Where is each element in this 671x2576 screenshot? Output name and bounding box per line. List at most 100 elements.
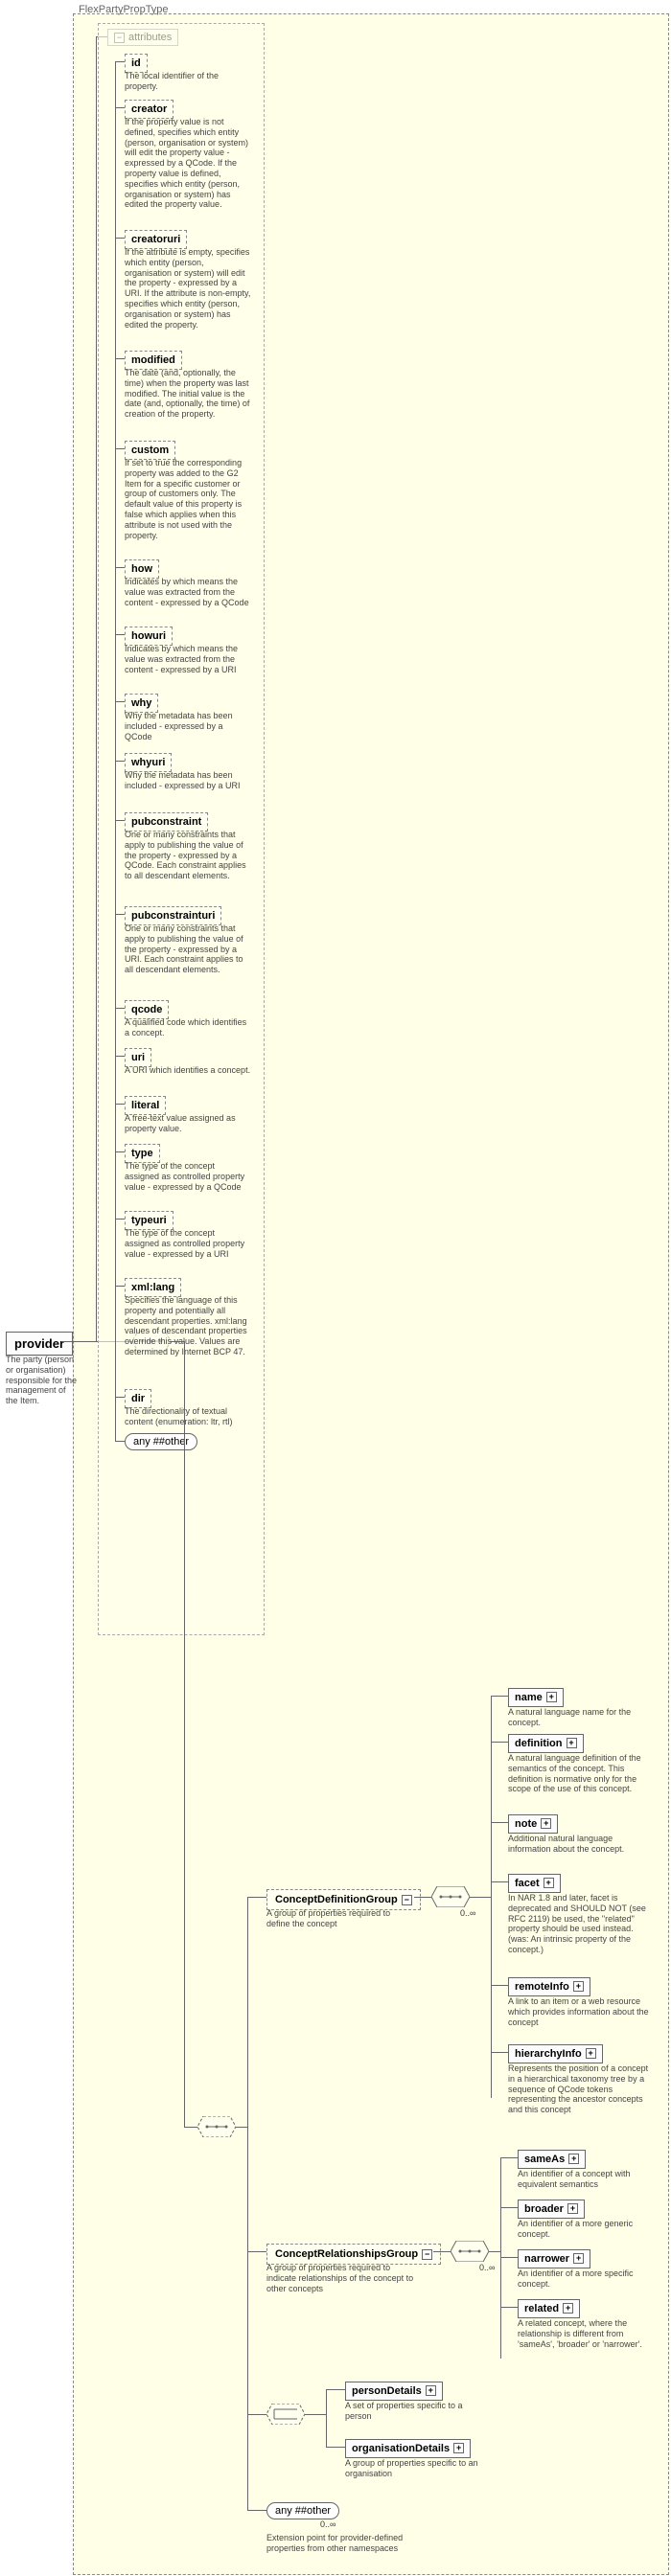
- connector: [115, 358, 125, 359]
- connector: [247, 1897, 266, 1898]
- organisationdetails-desc: A group of properties specific to an org…: [345, 2458, 489, 2479]
- sameas-desc: An identifier of a concept with equivale…: [518, 2169, 661, 2190]
- expand-icon: +: [544, 1878, 554, 1888]
- attr-dir[interactable]: dir: [125, 1389, 151, 1408]
- provider-element[interactable]: provider: [6, 1332, 73, 1356]
- attr-howuri[interactable]: howuri: [125, 627, 173, 646]
- content-sequence-compositor[interactable]: [197, 2116, 236, 2137]
- connector: [414, 1897, 431, 1898]
- sameas-element[interactable]: sameAs+: [518, 2150, 586, 2169]
- connector: [63, 1341, 84, 1342]
- connector: [184, 2127, 197, 2128]
- related-element[interactable]: related+: [518, 2299, 580, 2318]
- concept-definition-group[interactable]: ConceptDefinitionGroup−: [266, 1889, 421, 1910]
- name-desc: A natural language name for the concept.: [508, 1707, 652, 1728]
- connector: [115, 1104, 125, 1105]
- connector: [115, 61, 125, 62]
- expand-icon: −: [422, 2249, 432, 2260]
- provider-label: provider: [14, 1336, 64, 1351]
- definition-sequence[interactable]: [431, 1886, 470, 1907]
- attr-why-desc: Why the metadata has been included - exp…: [125, 711, 251, 741]
- expand-icon: +: [573, 2253, 584, 2264]
- attr-howuri-desc: Indicates by which means the value was e…: [125, 644, 251, 674]
- connector: [247, 2251, 266, 2252]
- attr-xmllang[interactable]: xml:lang: [125, 1278, 181, 1297]
- connector: [115, 107, 125, 108]
- expand-icon: +: [541, 1818, 551, 1829]
- connector: [171, 1341, 184, 1342]
- occurrence-label: 0..∞: [460, 1908, 475, 1918]
- attr-creator[interactable]: creator: [125, 100, 174, 119]
- attr-pubconstrainturi[interactable]: pubconstrainturi: [125, 906, 221, 925]
- attr-qcode[interactable]: qcode: [125, 1000, 169, 1019]
- attr-typeuri[interactable]: typeuri: [125, 1211, 174, 1230]
- any-element-desc: Extension point for provider-defined pro…: [266, 2533, 420, 2554]
- attr-whyuri[interactable]: whyuri: [125, 753, 172, 772]
- any-attribute-wildcard[interactable]: any ##other: [125, 1433, 197, 1450]
- concept-relationships-group[interactable]: ConceptRelationshipsGroup−: [266, 2244, 441, 2265]
- attr-id[interactable]: id: [125, 54, 148, 73]
- relationships-sequence[interactable]: [451, 2241, 489, 2262]
- connector: [115, 761, 125, 762]
- attr-xmllang-desc: Specifies the language of this property …: [125, 1295, 251, 1357]
- connector: [115, 1397, 125, 1398]
- attr-type-desc: The type of the concept assigned as cont…: [125, 1161, 251, 1192]
- attr-why[interactable]: why: [125, 694, 158, 713]
- attr-pubconstraint[interactable]: pubconstraint: [125, 812, 208, 832]
- broader-element[interactable]: broader+: [518, 2200, 585, 2219]
- connector: [491, 1881, 508, 1882]
- connector: [491, 1822, 508, 1823]
- attr-type[interactable]: type: [125, 1144, 160, 1163]
- persondetails-element[interactable]: personDetails+: [345, 2382, 443, 2401]
- connector: [491, 1742, 508, 1743]
- connector: [500, 2157, 518, 2158]
- note-desc: Additional natural language information …: [508, 1834, 652, 1855]
- attr-modified[interactable]: modified: [125, 351, 182, 370]
- hierarchyinfo-desc: Represents the position of a concept in …: [508, 2063, 652, 2115]
- name-element[interactable]: name+: [508, 1688, 564, 1707]
- attr-custom[interactable]: custom: [125, 441, 175, 460]
- connector: [115, 1008, 125, 1009]
- facet-desc: In NAR 1.8 and later, facet is deprecate…: [508, 1893, 652, 1955]
- any-element-wildcard[interactable]: any ##other: [266, 2502, 339, 2519]
- attr-dir-desc: The directionality of textual content (e…: [125, 1406, 251, 1427]
- remoteinfo-element[interactable]: remoteInfo+: [508, 1977, 590, 1996]
- definition-desc: A natural language definition of the sem…: [508, 1753, 652, 1794]
- attr-literal-desc: A free-text value assigned as property v…: [125, 1113, 251, 1134]
- attr-modified-desc: The date (and, optionally, the time) whe…: [125, 368, 251, 420]
- attr-uri-desc: A URI which identifies a concept.: [125, 1065, 251, 1076]
- provider-desc: The party (person or organisation) respo…: [6, 1355, 79, 1406]
- attr-pubconstrainturi-desc: One or many constraints that apply to pu…: [125, 923, 251, 975]
- connector: [326, 2389, 327, 2447]
- connector: [115, 634, 125, 635]
- connector: [115, 238, 125, 239]
- broader-desc: An identifier of a more generic concept.: [518, 2219, 661, 2240]
- attr-typeuri-desc: The type of the concept assigned as cont…: [125, 1228, 251, 1259]
- connector: [236, 2127, 247, 2128]
- attr-qcode-desc: A qualified code which identifies a conc…: [125, 1017, 251, 1038]
- expand-icon: +: [563, 2303, 573, 2314]
- connector: [500, 2257, 518, 2258]
- attr-uri[interactable]: uri: [125, 1048, 151, 1067]
- attr-creatoruri-desc: If the attribute is empty, specifies whi…: [125, 247, 251, 330]
- attr-how-desc: Indicates by which means the value was e…: [125, 577, 251, 607]
- connector: [115, 1056, 125, 1057]
- attr-literal[interactable]: literal: [125, 1096, 166, 1115]
- attr-how[interactable]: how: [125, 559, 159, 579]
- connector: [115, 1286, 125, 1287]
- organisationdetails-element[interactable]: organisationDetails+: [345, 2439, 471, 2458]
- connector: [247, 1897, 248, 2510]
- connector: [491, 1985, 508, 1986]
- choice-compositor[interactable]: [266, 2404, 305, 2425]
- attr-creatoruri[interactable]: creatoruri: [125, 230, 187, 249]
- hierarchyinfo-element[interactable]: hierarchyInfo+: [508, 2044, 603, 2063]
- note-element[interactable]: note+: [508, 1814, 558, 1834]
- connector: [115, 1151, 125, 1152]
- narrower-element[interactable]: narrower+: [518, 2249, 590, 2268]
- expand-icon: +: [546, 1692, 557, 1702]
- facet-element[interactable]: facet+: [508, 1874, 561, 1893]
- connector: [491, 2052, 508, 2053]
- connector: [500, 2157, 501, 2359]
- definition-element[interactable]: definition+: [508, 1734, 584, 1753]
- connector: [489, 2251, 500, 2252]
